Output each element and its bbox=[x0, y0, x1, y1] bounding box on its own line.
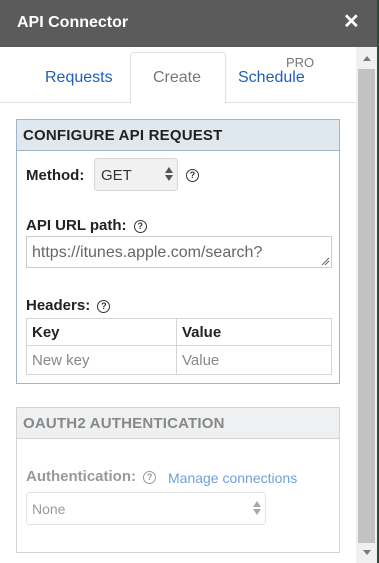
method-label: Method: bbox=[26, 167, 85, 184]
window-title: API Connector bbox=[17, 14, 129, 31]
headers-label: Headers: bbox=[26, 297, 91, 314]
auth-select[interactable]: None bbox=[26, 492, 266, 525]
url-label: API URL path: bbox=[26, 217, 127, 234]
scroll-down-icon[interactable] bbox=[363, 550, 371, 555]
tab-requests[interactable]: Requests bbox=[45, 69, 113, 87]
auth-label: Authentication: bbox=[26, 468, 136, 485]
help-circle-icon[interactable]: ? bbox=[97, 300, 111, 313]
headers-table: Key Value New key Value bbox=[26, 318, 332, 375]
close-icon[interactable]: ✕ bbox=[343, 12, 360, 32]
help-circle-icon[interactable]: ? bbox=[143, 471, 157, 484]
headers-label-row: Headers: ? bbox=[26, 297, 111, 314]
pro-badge: PRO bbox=[286, 55, 315, 70]
tab-bar: Requests Create Schedule PRO bbox=[0, 47, 356, 104]
configure-api-request-section: CONFIGURE API REQUEST Method: GET ? API … bbox=[16, 119, 340, 384]
title-bar: API Connector ✕ bbox=[0, 0, 379, 47]
table-row: New key Value bbox=[26, 345, 332, 375]
column-header-key: Key bbox=[26, 318, 177, 346]
new-value-input[interactable]: Value bbox=[176, 345, 332, 375]
tab-create-label: Create bbox=[153, 69, 202, 86]
table-header-row: Key Value bbox=[26, 318, 332, 346]
tab-create[interactable]: Create bbox=[130, 52, 226, 104]
select-arrows-icon bbox=[253, 501, 261, 517]
help-circle-icon[interactable]: ? bbox=[186, 169, 199, 182]
tab-schedule[interactable]: Schedule bbox=[238, 69, 305, 87]
auth-label-row: Authentication: ? bbox=[26, 468, 157, 485]
column-header-value: Value bbox=[176, 318, 332, 346]
select-arrows-icon bbox=[165, 167, 173, 183]
auth-value: None bbox=[32, 501, 66, 517]
url-input[interactable]: https://itunes.apple.com/search? bbox=[26, 236, 332, 268]
scroll-up-icon[interactable] bbox=[363, 56, 371, 61]
section-header: OAUTH2 AUTHENTICATION bbox=[17, 408, 339, 439]
section-header: CONFIGURE API REQUEST bbox=[17, 120, 339, 151]
method-value: GET bbox=[101, 167, 132, 184]
oauth2-authentication-section: OAUTH2 AUTHENTICATION Authentication: ? … bbox=[16, 407, 340, 553]
new-key-input[interactable]: New key bbox=[26, 345, 177, 375]
url-value: https://itunes.apple.com/search? bbox=[32, 244, 263, 261]
help-circle-icon[interactable]: ? bbox=[133, 220, 147, 233]
method-select[interactable]: GET bbox=[94, 158, 178, 191]
sidebar-panel: Requests Create Schedule PRO CONFIGURE A… bbox=[0, 47, 356, 563]
vertical-scrollbar[interactable] bbox=[356, 47, 379, 563]
url-label-row: API URL path: ? bbox=[26, 217, 147, 234]
resize-grip-icon[interactable] bbox=[321, 257, 329, 265]
manage-connections-link[interactable]: Manage connections bbox=[168, 470, 297, 486]
method-label-row: Method: bbox=[26, 167, 84, 184]
scrollbar-thumb[interactable] bbox=[358, 69, 375, 543]
